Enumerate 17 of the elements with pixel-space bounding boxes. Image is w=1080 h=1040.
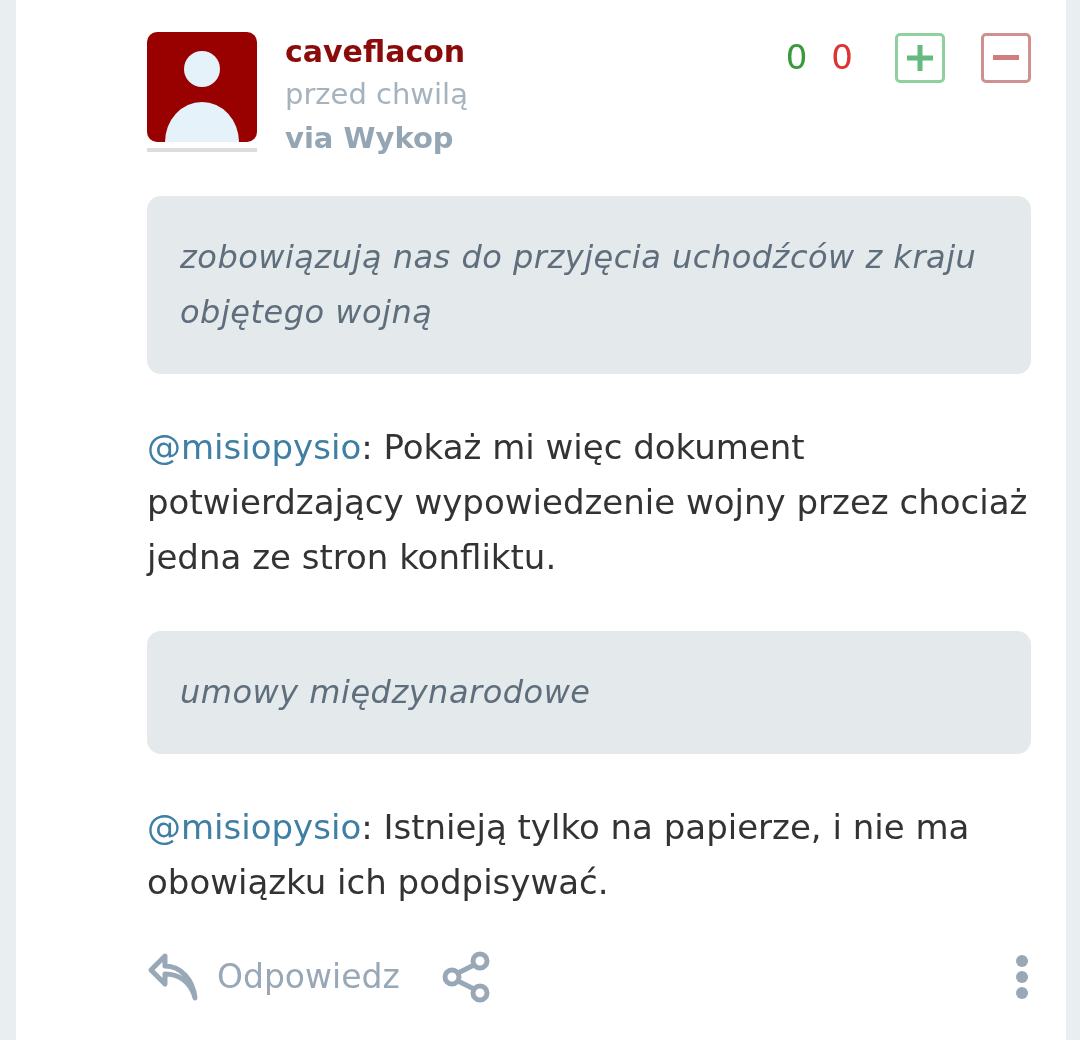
comment-text: @misiopysio: Istnieją tylko na papierze, i nie ma obowiązku ich podpisywać. <box>147 806 971 904</box>
comment-text: @misiopysio: Pokaż mi więc dokument potwierdzający wypowiedzenie wojny przez chociaż jedna ze stron konfliktu. <box>147 426 1029 579</box>
minus-count: 0 <box>831 36 853 79</box>
author-name[interactable]: caveflacon <box>285 32 468 72</box>
more-options-icon[interactable] <box>1015 954 1029 1000</box>
post-source: via Wykop <box>285 120 455 157</box>
mention-link[interactable]: @misiopysio <box>147 807 362 847</box>
minus-icon <box>993 55 1019 60</box>
quote-text: umowy międzynarodowe <box>180 672 592 713</box>
upvote-button[interactable] <box>895 32 945 83</box>
mention-link[interactable]: @misiopysio <box>147 427 362 467</box>
downvote-button[interactable] <box>981 32 1031 83</box>
plus-count: 0 <box>785 36 808 79</box>
reply-button[interactable]: Odpowiedz <box>147 952 400 1002</box>
quote-text: zobowiązują nas do przyjęcia uchodźców z kraju objętego wojną <box>180 237 978 333</box>
post-time: przed chwilą <box>285 76 468 113</box>
reply-arrow-icon <box>147 952 199 1002</box>
